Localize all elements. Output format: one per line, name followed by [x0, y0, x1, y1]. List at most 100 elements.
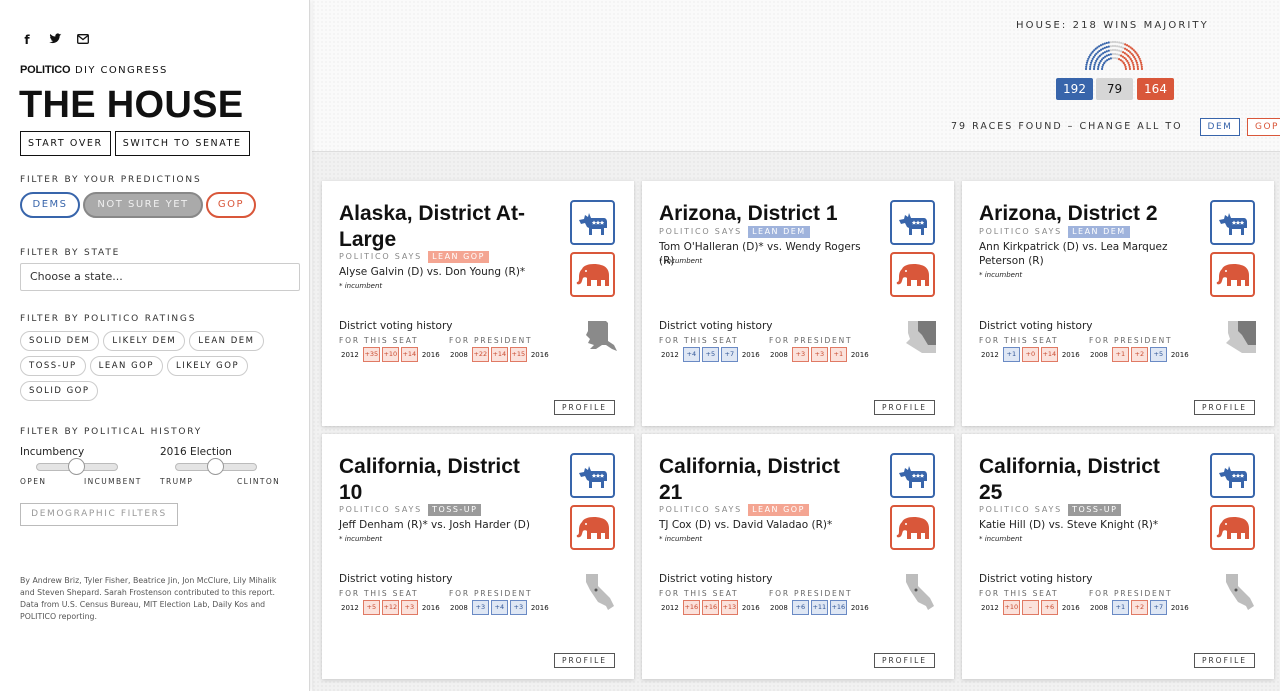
state-select[interactable]: Choose a state...	[20, 263, 300, 291]
vote-gop-button[interactable]	[1210, 252, 1255, 297]
rating-lean-gop[interactable]: LEAN GOP	[89, 356, 163, 376]
seat-history: 2012 +5 +12 +3 2016	[339, 600, 442, 615]
switch-senate-button[interactable]: SWITCH TO SENATE	[114, 131, 250, 156]
seat-history: 2012 +1 +0 +14 2016	[979, 347, 1082, 362]
filter-state-label: FILTER BY STATE	[20, 248, 121, 258]
history-end-year: 2016	[850, 603, 869, 612]
vote-gop-button[interactable]	[890, 505, 935, 550]
incumbency-slider[interactable]	[36, 458, 118, 475]
seat-dot	[1122, 42, 1125, 45]
seat-dot	[1127, 61, 1130, 65]
profile-button[interactable]: PROFILE	[554, 400, 615, 415]
seat-dot	[1140, 63, 1143, 66]
seat-dot	[1113, 44, 1117, 48]
twitter-icon[interactable]	[48, 33, 62, 47]
race-title: California, District 25	[979, 455, 1160, 504]
change-all-dem-button[interactable]: DEM	[1200, 118, 1240, 136]
profile-button[interactable]: PROFILE	[874, 400, 935, 415]
seat-dot	[1088, 67, 1092, 71]
vote-gop-button[interactable]	[1210, 505, 1255, 550]
history-margin: +3	[810, 347, 828, 362]
history-margin: +22	[471, 347, 489, 362]
seat-dot	[1139, 59, 1142, 62]
history-end-year: 2016	[850, 350, 869, 359]
election-label: 2016 Election	[160, 446, 232, 458]
voting-history-label: District voting history	[659, 320, 773, 332]
history-margin: +3	[400, 600, 418, 615]
filter-gop-button[interactable]: GOP	[206, 192, 256, 218]
filter-ratings-label: FILTER BY POLITICO RATINGS	[20, 314, 197, 324]
history-margin: +1	[829, 347, 847, 362]
seat-dot	[1105, 54, 1109, 57]
history-margin: +6	[791, 600, 809, 615]
vote-dem-button[interactable]	[890, 200, 935, 245]
vote-dem-button[interactable]	[1210, 453, 1255, 498]
history-start-year: 2008	[450, 603, 468, 612]
history-margin: +3	[471, 600, 489, 615]
seat-dot	[1109, 45, 1112, 48]
rating-badge: LEAN GOP	[428, 251, 489, 263]
incumbent-note: * incumbent	[339, 535, 383, 543]
facebook-icon[interactable]: f	[20, 33, 34, 47]
history-margin: +3	[791, 347, 809, 362]
history-start-year: 2012	[981, 350, 999, 359]
vote-dem-button[interactable]	[570, 453, 615, 498]
seat-dot	[1137, 55, 1140, 59]
email-icon[interactable]	[76, 33, 90, 47]
elephant-icon	[1216, 263, 1249, 286]
president-history: 2008 +3 +4 +3 2016	[448, 600, 551, 615]
seat-dot	[1103, 46, 1106, 49]
start-over-button[interactable]: START OVER	[20, 131, 111, 156]
incumbency-slider-handle[interactable]	[68, 458, 85, 475]
elephant-icon	[576, 516, 609, 539]
arizona-map-icon	[1224, 319, 1258, 359]
vote-dem-button[interactable]	[1210, 200, 1255, 245]
rating-likely-gop[interactable]: LIKELY GOP	[166, 356, 249, 376]
brand-subtitle: DIY CONGRESS	[74, 65, 168, 76]
profile-button[interactable]: PROFILE	[1194, 400, 1255, 415]
rating-likely-dem[interactable]: LIKELY DEM	[103, 331, 186, 351]
vote-gop-button[interactable]	[570, 505, 615, 550]
seat-dot	[1096, 67, 1100, 71]
elephant-icon	[896, 516, 929, 539]
history-margin: +10	[1002, 600, 1020, 615]
election-slider[interactable]	[175, 458, 257, 475]
profile-button[interactable]: PROFILE	[1194, 653, 1255, 668]
vote-dem-button[interactable]	[570, 200, 615, 245]
seat-dot	[1111, 40, 1115, 44]
profile-button[interactable]: PROFILE	[874, 653, 935, 668]
seat-dot	[1135, 59, 1138, 62]
seat-dot	[1085, 61, 1089, 64]
history-margin: +16	[682, 600, 700, 615]
vote-gop-button[interactable]	[570, 252, 615, 297]
change-all-gop-button[interactable]: GOP	[1247, 118, 1280, 136]
election-trump-label: TRUMP	[160, 477, 194, 486]
vote-gop-button[interactable]	[890, 252, 935, 297]
history-margin: +35	[362, 347, 380, 362]
rating-solid-gop[interactable]: SOLID GOP	[20, 381, 99, 401]
sidebar: f POLITICO DIY CONGRESS THE HOUSE START …	[0, 0, 310, 691]
rating-toss-up[interactable]: TOSS-UP	[20, 356, 86, 376]
rating-badge: LEAN DEM	[1068, 226, 1130, 238]
filter-dems-button[interactable]: DEMS	[20, 192, 80, 218]
credits: By Andrew Briz, Tyler Fisher, Beatrice J…	[20, 576, 277, 621]
election-slider-handle[interactable]	[207, 458, 224, 475]
seat-dot	[1107, 41, 1110, 44]
filter-predictions-label: FILTER BY YOUR PREDICTIONS	[20, 175, 202, 185]
seat-dot	[1128, 63, 1131, 66]
rating-solid-dem[interactable]: SOLID DEM	[20, 331, 100, 351]
history-start-year: 2012	[341, 603, 359, 612]
demographic-filters-button[interactable]: DEMOGRAPHIC FILTERS	[20, 503, 178, 526]
seat-dot	[1093, 63, 1096, 66]
history-margin: +6	[1040, 600, 1058, 615]
vote-dem-button[interactable]	[890, 453, 935, 498]
seat-dot	[1101, 43, 1104, 46]
history-margin: +14	[1040, 347, 1058, 362]
filter-not-sure-button[interactable]: NOT SURE YET	[83, 192, 203, 218]
seat-dot	[1132, 63, 1135, 66]
history-margin: +15	[509, 347, 527, 362]
profile-button[interactable]: PROFILE	[554, 653, 615, 668]
california-map-icon	[904, 572, 938, 616]
race-card: Arizona, District 1 POLITICO SAYS LEAN DE…	[642, 181, 954, 426]
rating-lean-dem[interactable]: LEAN DEM	[189, 331, 264, 351]
